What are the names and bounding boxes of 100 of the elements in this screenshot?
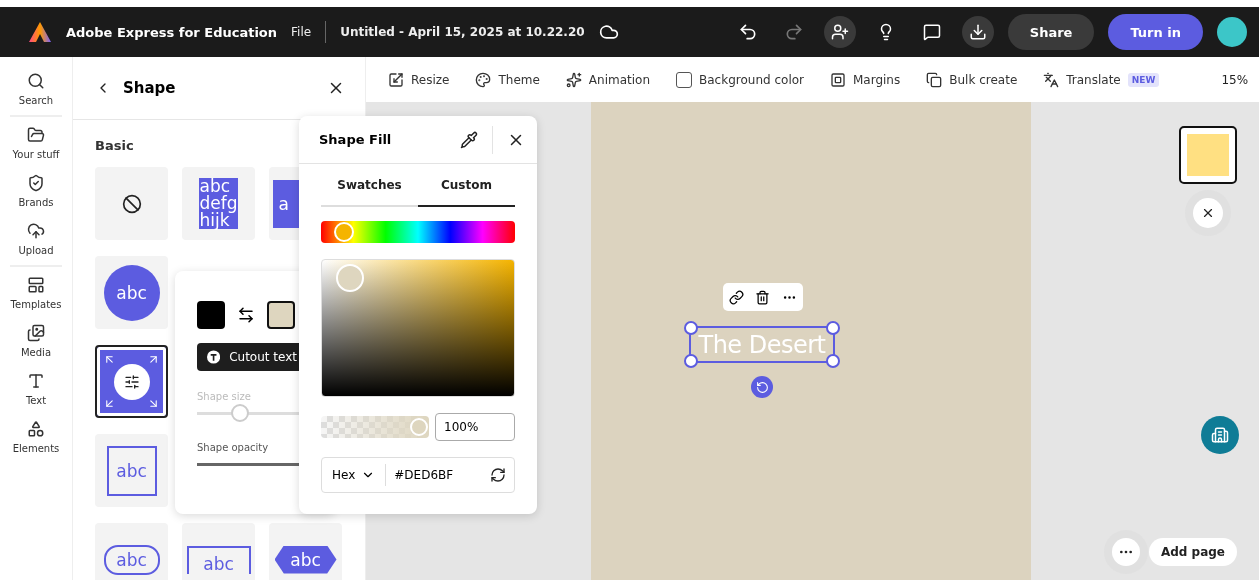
panel-title: Shape — [123, 79, 177, 97]
shape-tile[interactable] — [95, 167, 168, 240]
sparkles-icon — [565, 71, 582, 88]
toolbar-item[interactable]: Background color — [676, 71, 804, 88]
slider-label: Shape size — [197, 391, 252, 402]
opacity-input[interactable]: 100% — [435, 413, 515, 441]
shape-tile[interactable]: abc — [182, 523, 255, 580]
color-area[interactable] — [321, 259, 515, 397]
delete-icon[interactable] — [755, 289, 771, 305]
tab[interactable]: Custom — [418, 164, 515, 207]
avatar — [1217, 17, 1247, 47]
toolbar-item[interactable]: Bulk create — [926, 71, 1018, 88]
close-icon — [1201, 206, 1215, 220]
hex-field[interactable]: Hex #DED6BF — [321, 457, 515, 493]
tile-text: defg — [199, 195, 238, 212]
page-thumbnail[interactable] — [1179, 126, 1237, 184]
toolbar-item[interactable]: Resize — [388, 71, 450, 88]
sidebar-item[interactable]: Elements — [10, 417, 62, 457]
user-plus-icon — [830, 23, 849, 41]
shield-icon — [27, 174, 45, 192]
tab[interactable]: Swatches — [321, 164, 418, 207]
opacity-slider[interactable] — [321, 416, 429, 438]
cloud-icon — [598, 22, 619, 42]
shape-tile[interactable]: abc defg hijk — [182, 167, 255, 240]
eyedropper-button[interactable] — [460, 130, 478, 149]
search-icon — [27, 72, 45, 90]
resize-icon — [388, 71, 404, 88]
tile-text: abc — [186, 545, 251, 574]
app-name: Adobe Express for Education — [66, 24, 278, 40]
popover-title: Shape Fill — [319, 132, 393, 147]
eyedropper-icon — [460, 130, 478, 149]
shape-tile[interactable]: abc — [95, 434, 168, 507]
images-icon — [27, 324, 45, 342]
shape-tile[interactable]: abc — [95, 523, 168, 580]
copy-icon — [926, 71, 943, 88]
invite-button[interactable] — [823, 16, 856, 48]
color-swatch[interactable] — [197, 301, 225, 329]
shapes-icon — [27, 420, 45, 438]
none-icon — [121, 193, 142, 214]
toolbar-item[interactable]: Animation — [565, 71, 651, 88]
tile-text: abc — [106, 445, 157, 496]
folder-icon — [27, 126, 45, 144]
tile-text: abc — [103, 544, 160, 575]
upload-icon — [27, 222, 45, 240]
shape-tile[interactable] — [95, 345, 168, 418]
toolbar-item[interactable]: Theme — [475, 71, 540, 88]
share-button[interactable]: Share — [1007, 14, 1095, 50]
sidebar-item[interactable]: Media — [10, 321, 62, 361]
arrow-icon — [147, 397, 160, 410]
file-menu[interactable]: File — [291, 25, 312, 39]
arrow-icon — [103, 353, 116, 366]
comment-icon — [922, 23, 941, 41]
palette-icon — [475, 71, 492, 88]
text-circle-icon — [207, 349, 221, 365]
download-icon — [968, 23, 987, 41]
tile-text: abc — [103, 264, 160, 321]
turn-in-button[interactable]: Turn in — [1108, 14, 1203, 50]
swap-icon[interactable] — [237, 306, 255, 324]
sidebar-item[interactable]: Your stuff — [10, 123, 62, 163]
tile-text: abc — [199, 178, 231, 195]
new-badge: NEW — [1127, 72, 1160, 87]
arrow-icon — [147, 353, 160, 366]
translate-icon — [1043, 71, 1060, 88]
shape-tile[interactable]: abc — [95, 256, 168, 329]
building-icon — [1211, 426, 1229, 444]
sidebar-item[interactable]: Templates — [10, 273, 62, 313]
shape-tile[interactable]: abc — [269, 523, 342, 580]
zoom-dropdown[interactable]: 15% — [1215, 70, 1259, 89]
sliders-icon — [113, 363, 150, 400]
logo-icon — [28, 21, 52, 43]
undo-icon — [737, 22, 758, 42]
arrow-icon — [103, 397, 116, 410]
sidebar-item[interactable]: Search — [10, 69, 62, 109]
link-icon[interactable] — [728, 289, 744, 305]
color-picker-thumb[interactable] — [336, 264, 364, 292]
section-title: Basic — [95, 138, 134, 153]
rotate-icon — [755, 380, 769, 394]
color-swatch[interactable] — [267, 301, 295, 329]
download-button[interactable] — [961, 16, 994, 48]
canvas-text: The Desert — [698, 330, 826, 359]
opacity-thumb[interactable] — [410, 418, 428, 436]
slider-label: Shape opacity — [197, 442, 270, 453]
refresh-icon — [490, 467, 506, 483]
assistant-button[interactable] — [1201, 416, 1239, 454]
template-icon — [27, 276, 45, 294]
tile-text: abc — [274, 545, 337, 574]
sidebar-item[interactable]: Text — [10, 369, 62, 409]
toolbar-item[interactable]: Translate NEW — [1043, 71, 1160, 88]
sidebar-item[interactable]: Brands — [10, 171, 62, 211]
text-icon — [27, 372, 45, 390]
hue-thumb[interactable] — [334, 222, 355, 242]
toolbar-item[interactable]: Margins — [830, 71, 901, 88]
sidebar-item[interactable]: Upload — [10, 219, 62, 259]
margins-icon — [830, 71, 846, 88]
add-page-button[interactable]: Add page — [1148, 538, 1237, 566]
checkbox — [676, 71, 693, 88]
tile-text: hijk — [199, 212, 230, 229]
document-title: Untitled - April 15, 2025 at 10.22.20 — [340, 25, 585, 39]
refresh-button[interactable] — [490, 467, 506, 483]
hue-slider[interactable] — [321, 221, 515, 243]
